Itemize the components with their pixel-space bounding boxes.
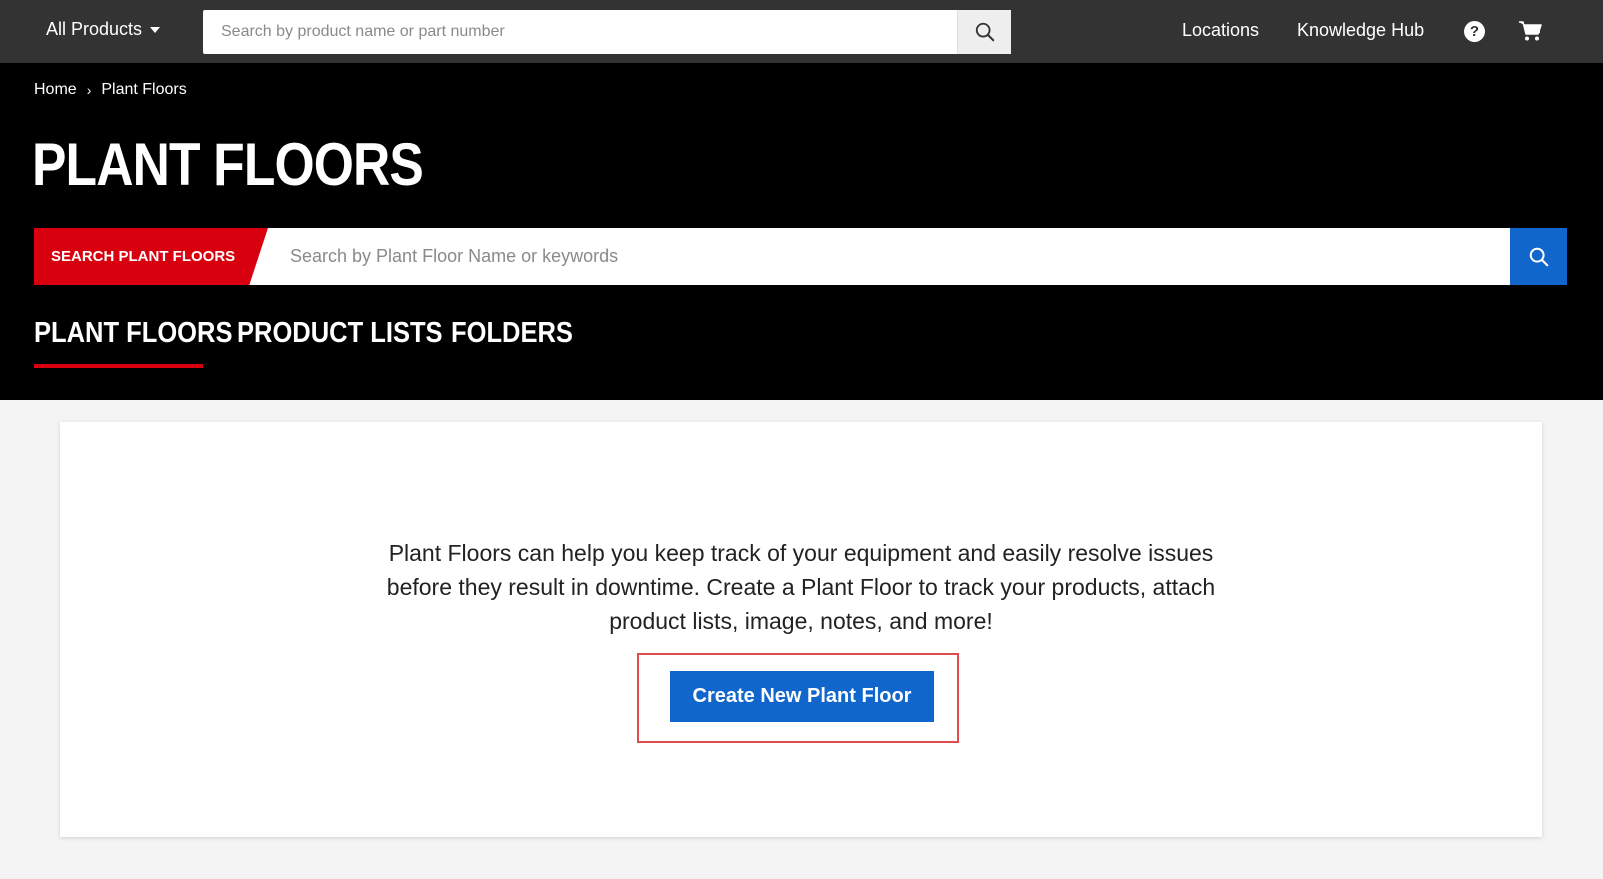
tab-product-lists-label: PRODUCT LISTS [237, 317, 443, 349]
search-icon [1529, 247, 1548, 266]
plant-floor-search-button[interactable] [1510, 228, 1567, 285]
locations-link[interactable]: Locations [1182, 20, 1259, 41]
tab-plant-floors-label: PLANT FLOORS [34, 317, 233, 349]
top-utility-bar: All Products Locations Knowledge Hub ? [0, 0, 1603, 63]
tab-folders-label: FOLDERS [451, 317, 573, 349]
chevron-right-icon: › [86, 82, 92, 98]
help-icon[interactable]: ? [1464, 21, 1485, 42]
all-products-label: All Products [46, 19, 143, 39]
tab-plant-floors[interactable]: PLANT FLOORS [34, 317, 233, 368]
tab-folders[interactable]: FOLDERS [451, 317, 573, 362]
page-header: Home › Plant Floors PLANT FLOORS SEARCH … [0, 63, 1603, 400]
empty-state-card: Plant Floors can help you keep track of … [60, 422, 1542, 837]
product-search-input[interactable] [203, 10, 957, 54]
cart-icon[interactable] [1518, 20, 1542, 47]
active-tab-indicator [34, 364, 203, 368]
plant-floor-search-bar: SEARCH PLANT FLOORS [34, 228, 1567, 285]
tab-product-lists[interactable]: PRODUCT LISTS [237, 317, 443, 362]
breadcrumb-home-link[interactable]: Home [34, 81, 77, 99]
product-search-button[interactable] [957, 10, 1011, 54]
all-products-dropdown[interactable]: All Products [46, 19, 161, 40]
knowledge-hub-link[interactable]: Knowledge Hub [1297, 20, 1424, 41]
chevron-down-icon [150, 26, 161, 33]
product-search-bar [203, 10, 1011, 54]
tab-bar: PLANT FLOORS PRODUCT LISTS FOLDERS [34, 317, 573, 368]
empty-state-description: Plant Floors can help you keep track of … [386, 540, 1216, 634]
page-title: PLANT FLOORS [32, 131, 424, 198]
search-icon [975, 22, 994, 42]
breadcrumb-current: Plant Floors [101, 81, 187, 98]
search-plant-floors-label: SEARCH PLANT FLOORS [34, 228, 268, 285]
plant-floor-search-input[interactable] [268, 228, 1510, 285]
highlight-annotation-box: Create New Plant Floor [637, 653, 959, 743]
create-new-plant-floor-button[interactable]: Create New Plant Floor [670, 671, 934, 722]
breadcrumb: Home › Plant Floors [34, 81, 187, 99]
